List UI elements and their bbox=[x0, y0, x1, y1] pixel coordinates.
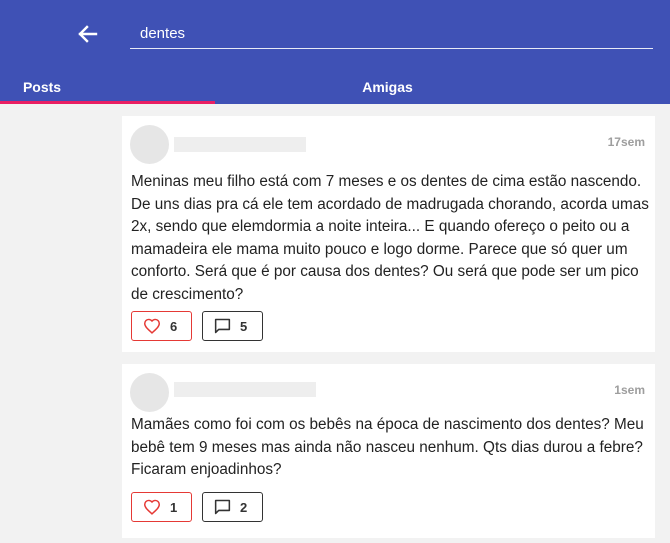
tab-posts[interactable]: Posts bbox=[0, 70, 84, 104]
search-input[interactable] bbox=[130, 18, 653, 48]
tab-bar: Posts Amigas bbox=[0, 70, 670, 104]
comment-icon bbox=[214, 499, 231, 515]
author-name-placeholder bbox=[174, 382, 316, 397]
comment-icon bbox=[214, 318, 231, 334]
avatar[interactable] bbox=[130, 125, 169, 164]
post-text: Meninas meu filho está com 7 meses e os … bbox=[131, 173, 649, 303]
heart-icon bbox=[143, 499, 161, 515]
post-card[interactable]: 1sem Mamães como foi com os bebês na épo… bbox=[122, 364, 655, 538]
arrow-left-icon bbox=[78, 25, 98, 43]
avatar[interactable] bbox=[130, 373, 169, 412]
heart-icon bbox=[143, 318, 161, 334]
like-button[interactable]: 1 bbox=[131, 492, 192, 522]
comment-count: 5 bbox=[240, 318, 248, 334]
tab-amigas[interactable]: Amigas bbox=[215, 70, 560, 104]
back-button[interactable] bbox=[74, 20, 102, 48]
post-text: Mamães como foi com os bebês na época de… bbox=[131, 416, 644, 478]
like-count: 6 bbox=[170, 318, 178, 334]
post-card[interactable]: 17sem Meninas meu filho está com 7 meses… bbox=[122, 116, 655, 352]
comment-button[interactable]: 5 bbox=[202, 311, 263, 341]
like-button[interactable]: 6 bbox=[131, 311, 192, 341]
active-tab-indicator bbox=[0, 101, 215, 104]
like-count: 1 bbox=[170, 499, 178, 515]
post-time: 1sem bbox=[614, 383, 645, 397]
comment-count: 2 bbox=[240, 499, 248, 515]
search-field bbox=[130, 18, 653, 49]
app-bar: Posts Amigas bbox=[0, 0, 670, 104]
comment-button[interactable]: 2 bbox=[202, 492, 263, 522]
author-name-placeholder bbox=[174, 137, 306, 152]
post-time: 17sem bbox=[607, 135, 645, 149]
